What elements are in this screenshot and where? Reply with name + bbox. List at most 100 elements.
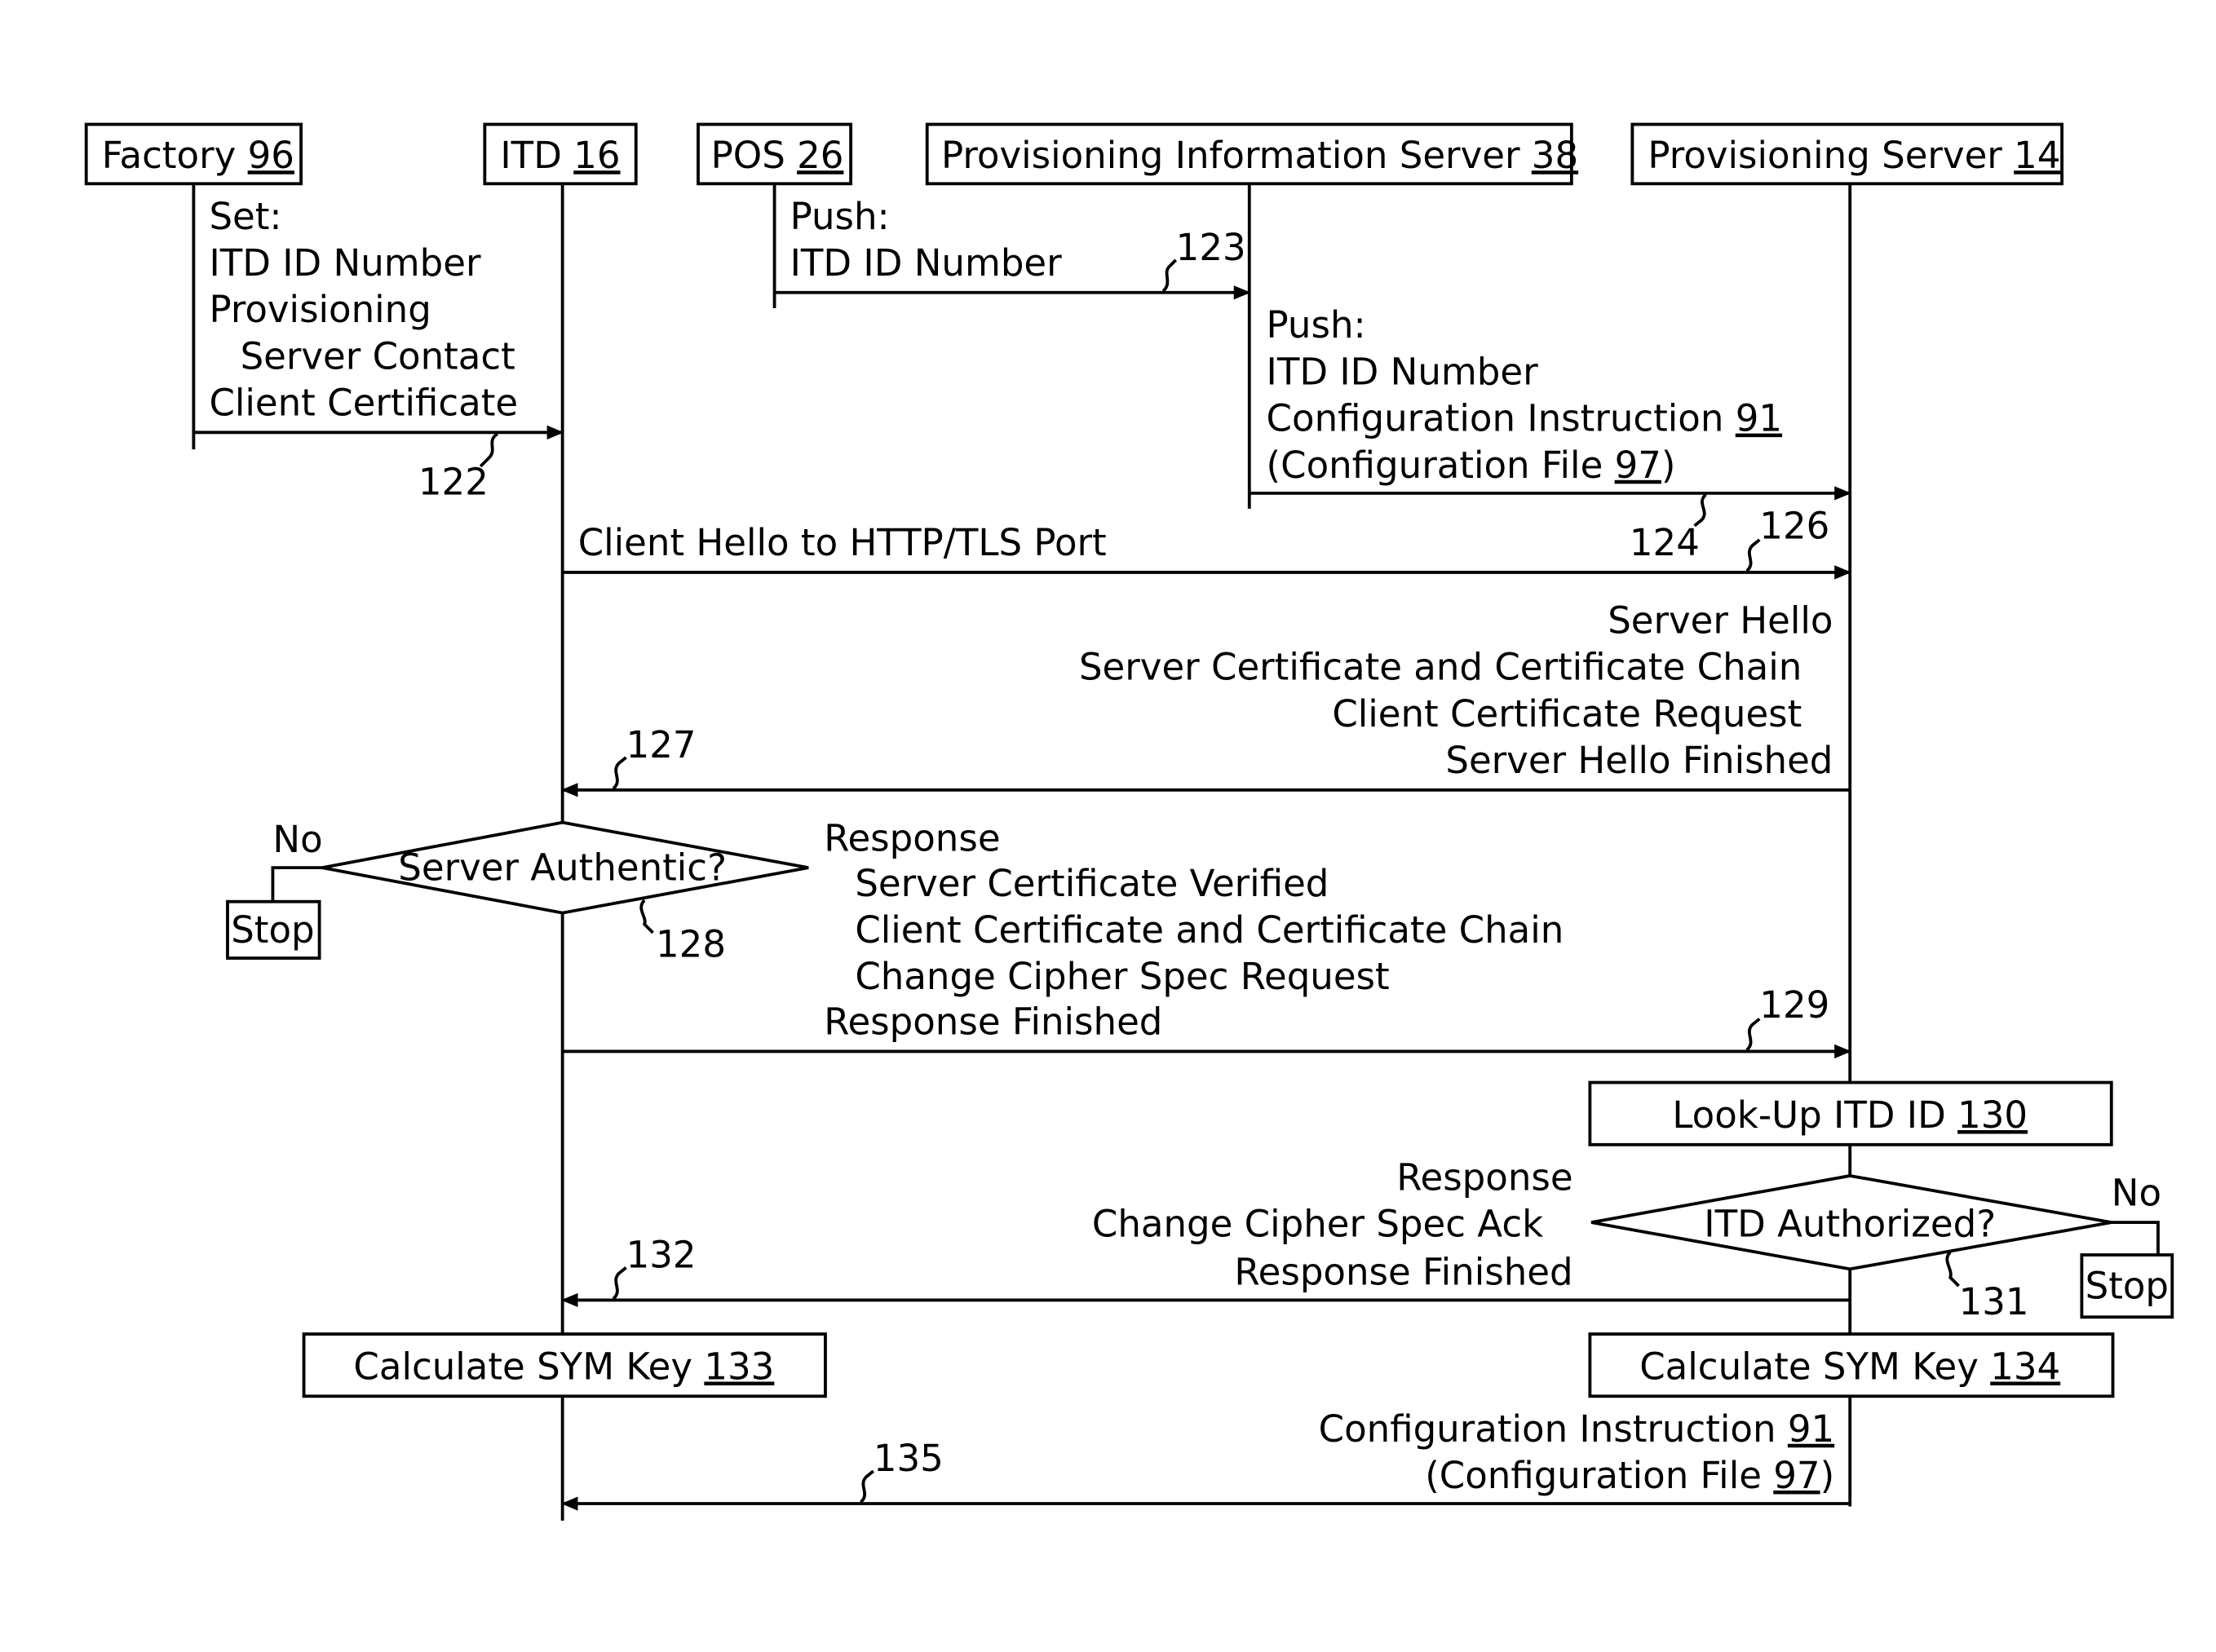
participant-itd: ITD 16	[483, 122, 638, 186]
process-calculate-sym-key-134: Calculate SYM Key 134	[1588, 1332, 2115, 1398]
message-line: Push:	[790, 195, 890, 238]
no-branch-line	[2111, 1221, 2160, 1255]
ref-97: 97	[1773, 1454, 1820, 1497]
message-line: Response Finished	[1234, 1250, 1572, 1293]
process-label: Look-Up ITD ID	[1672, 1093, 1957, 1137]
message-text: Client Hello to HTTP/TLS Port	[578, 521, 1107, 564]
participant-ref: 14	[2014, 134, 2060, 177]
participant-label: ITD	[500, 134, 561, 177]
sequence-diagram: Factory 96 ITD 16 POS 26 Provisioning In…	[84, 122, 2174, 1521]
participant-label: Provisioning Server	[1648, 134, 2002, 177]
svg-text:Look-Up ITD ID 130: Look-Up ITD ID 130	[1672, 1093, 2028, 1137]
process-label: Calculate SYM Key	[1639, 1345, 1990, 1389]
no-branch-line	[271, 866, 323, 902]
svg-text:Provisioning Server 14: Provisioning Server 14	[1648, 134, 2060, 177]
process-lookup-itd-id: Look-Up ITD ID 130	[1588, 1080, 2113, 1146]
svg-text:Configuration Instruction 91: Configuration Instruction 91	[1267, 397, 1783, 440]
ref-leader	[1945, 1251, 1960, 1288]
process-calculate-sym-key-133: Calculate SYM Key 133	[302, 1332, 827, 1398]
message-line: Change Cipher Spec Ack	[1092, 1202, 1543, 1245]
no-label: No	[272, 818, 322, 861]
svg-text:Configuration Instruction 91: Configuration Instruction 91	[1319, 1407, 1835, 1451]
participant-ref: 26	[797, 134, 843, 177]
ref-leader	[859, 1469, 875, 1504]
no-label: No	[2112, 1171, 2161, 1214]
ref-number: 126	[1759, 504, 1829, 547]
svg-text:(Configuration File 97): (Configuration File 97)	[1425, 1454, 1834, 1497]
svg-text:Factory 96: Factory 96	[102, 134, 294, 177]
message-135: Configuration Instruction 91 (Configurat…	[560, 1407, 1851, 1511]
message-line: Response	[824, 816, 1000, 859]
participant-ref: 16	[573, 134, 620, 177]
participant-factory: Factory 96	[84, 122, 303, 186]
message-line: Response	[1396, 1155, 1572, 1199]
stop-label: Stop	[2086, 1265, 2169, 1308]
message-line: Server Contact	[241, 334, 515, 378]
message-line: Response Finished	[824, 1000, 1162, 1044]
message-123: Push: ITD ID Number 123	[774, 195, 1251, 300]
message-line: Server Hello Finished	[1445, 739, 1833, 782]
ref-number: 128	[656, 922, 726, 965]
message-line: Server Certificate and Certificate Chain	[1079, 646, 1802, 689]
close-paren: )	[1661, 444, 1676, 487]
participant-label: Factory	[102, 134, 237, 177]
decision-label: Server Authentic?	[398, 846, 727, 890]
message-127: Server Hello Server Certificate and Cert…	[560, 599, 1851, 797]
decision-label: ITD Authorized?	[1704, 1202, 1996, 1245]
message-line: (Configuration File	[1425, 1454, 1773, 1497]
svg-text:(Configuration File 97): (Configuration File 97)	[1267, 444, 1676, 487]
message-line: ITD ID Number	[790, 241, 1063, 285]
participant-ref: 96	[248, 134, 294, 177]
message-line: ITD ID Number	[1267, 350, 1539, 393]
ref-number: 124	[1630, 521, 1700, 564]
message-line: Server Hello	[1608, 599, 1833, 642]
svg-text:Calculate SYM Key 134: Calculate SYM Key 134	[1639, 1345, 2060, 1389]
ref-leader	[1745, 538, 1761, 572]
svg-text:Provisioning Information Serve: Provisioning Information Server 38	[941, 134, 1578, 177]
participant-provisioning-information-server: Provisioning Information Server 38	[925, 122, 1578, 186]
ref-97: 97	[1615, 444, 1661, 487]
process-ref: 133	[704, 1345, 774, 1389]
ref-leader	[612, 1266, 627, 1301]
ref-number: 127	[626, 723, 697, 766]
message-line: Push:	[1267, 303, 1366, 347]
participant-label: Provisioning Information Server	[941, 134, 1520, 177]
message-line: Provisioning	[209, 288, 431, 331]
participant-label: POS	[711, 134, 785, 177]
ref-number: 122	[418, 461, 489, 504]
message-line: Configuration Instruction	[1319, 1407, 1788, 1451]
message-122: Set: ITD ID Number Provisioning Server C…	[193, 195, 564, 504]
message-line: ITD ID Number	[209, 241, 481, 285]
message-line: Client Certificate	[209, 382, 518, 425]
message-line: Server Certificate Verified	[855, 862, 1329, 905]
process-ref: 130	[1957, 1093, 2028, 1137]
ref-leader	[639, 899, 654, 934]
process-ref: 134	[1990, 1345, 2060, 1389]
close-paren: )	[1820, 1454, 1835, 1497]
participant-pos: POS 26	[697, 122, 853, 186]
message-line: Configuration Instruction	[1267, 397, 1736, 440]
decision-server-authentic: Server Authentic? No Stop 128	[226, 818, 809, 965]
svg-text:Calculate SYM Key 133: Calculate SYM Key 133	[353, 1345, 774, 1389]
stop-label: Stop	[231, 908, 314, 952]
ref-leader	[1745, 1018, 1761, 1052]
ref-91: 91	[1788, 1407, 1834, 1451]
message-line: Set:	[209, 195, 281, 238]
ref-number: 129	[1759, 983, 1829, 1027]
process-label: Calculate SYM Key	[353, 1345, 704, 1389]
ref-number: 131	[1959, 1280, 2029, 1323]
participant-ref: 38	[1532, 134, 1578, 177]
message-line: (Configuration File	[1267, 444, 1615, 487]
participant-provisioning-server: Provisioning Server 14	[1630, 122, 2064, 186]
svg-text:ITD 16: ITD 16	[500, 134, 620, 177]
ref-leader	[612, 756, 627, 790]
message-line: Client Certificate and Certificate Chain	[855, 908, 1564, 952]
ref-number: 135	[874, 1437, 944, 1480]
svg-text:POS 26: POS 26	[711, 134, 844, 177]
message-129: Response Server Certificate Verified Cli…	[562, 816, 1851, 1059]
ref-leader	[1161, 258, 1178, 293]
message-line: Change Cipher Spec Request	[855, 955, 1389, 998]
message-line: Client Certificate Request	[1332, 692, 1802, 735]
ref-number: 123	[1176, 226, 1246, 269]
ref-91: 91	[1736, 397, 1782, 440]
